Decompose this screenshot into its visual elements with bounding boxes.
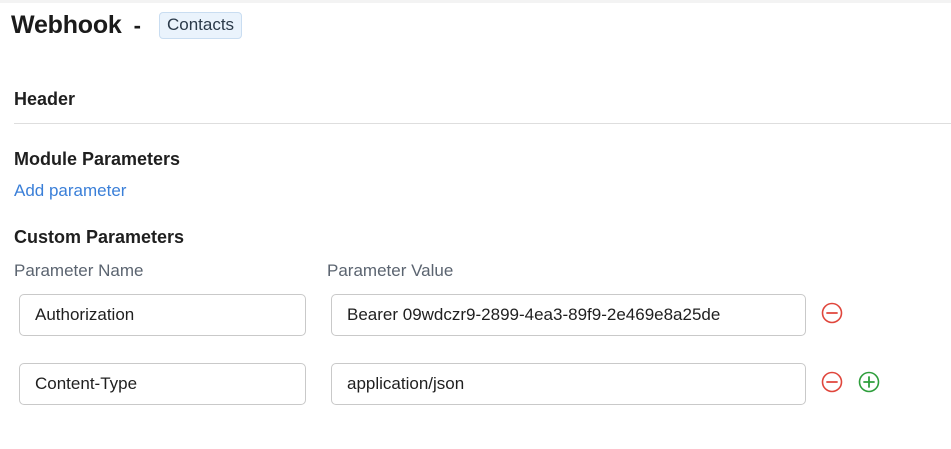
parameter-name-column-label: Parameter Name	[14, 261, 144, 280]
webhook-page: Webhook - Contacts Header Module Paramet…	[0, 0, 951, 449]
remove-parameter-button[interactable]	[821, 302, 843, 324]
minus-circle-icon	[821, 371, 843, 393]
page-title: Webhook	[11, 11, 122, 39]
module-badge: Contacts	[158, 12, 243, 39]
section-header-title: Header	[14, 89, 76, 109]
plus-circle-icon	[858, 371, 880, 393]
parameter-name-input[interactable]	[19, 363, 306, 405]
section-divider	[14, 123, 951, 124]
section-custom-parameters-title: Custom Parameters	[14, 227, 185, 247]
remove-parameter-button[interactable]	[821, 371, 843, 393]
add-parameter-row-button[interactable]	[858, 371, 880, 393]
minus-circle-icon	[821, 302, 843, 324]
title-separator: -	[133, 12, 141, 38]
parameter-value-input[interactable]	[331, 363, 806, 405]
title-row: Webhook - Contacts	[11, 11, 243, 40]
section-module-parameters-title: Module Parameters	[14, 149, 181, 169]
parameter-value-input[interactable]	[331, 294, 806, 336]
add-parameter-link[interactable]: Add parameter	[14, 181, 126, 201]
parameter-value-column-label: Parameter Value	[327, 261, 454, 280]
top-bar	[0, 0, 951, 3]
parameter-name-input[interactable]	[19, 294, 306, 336]
